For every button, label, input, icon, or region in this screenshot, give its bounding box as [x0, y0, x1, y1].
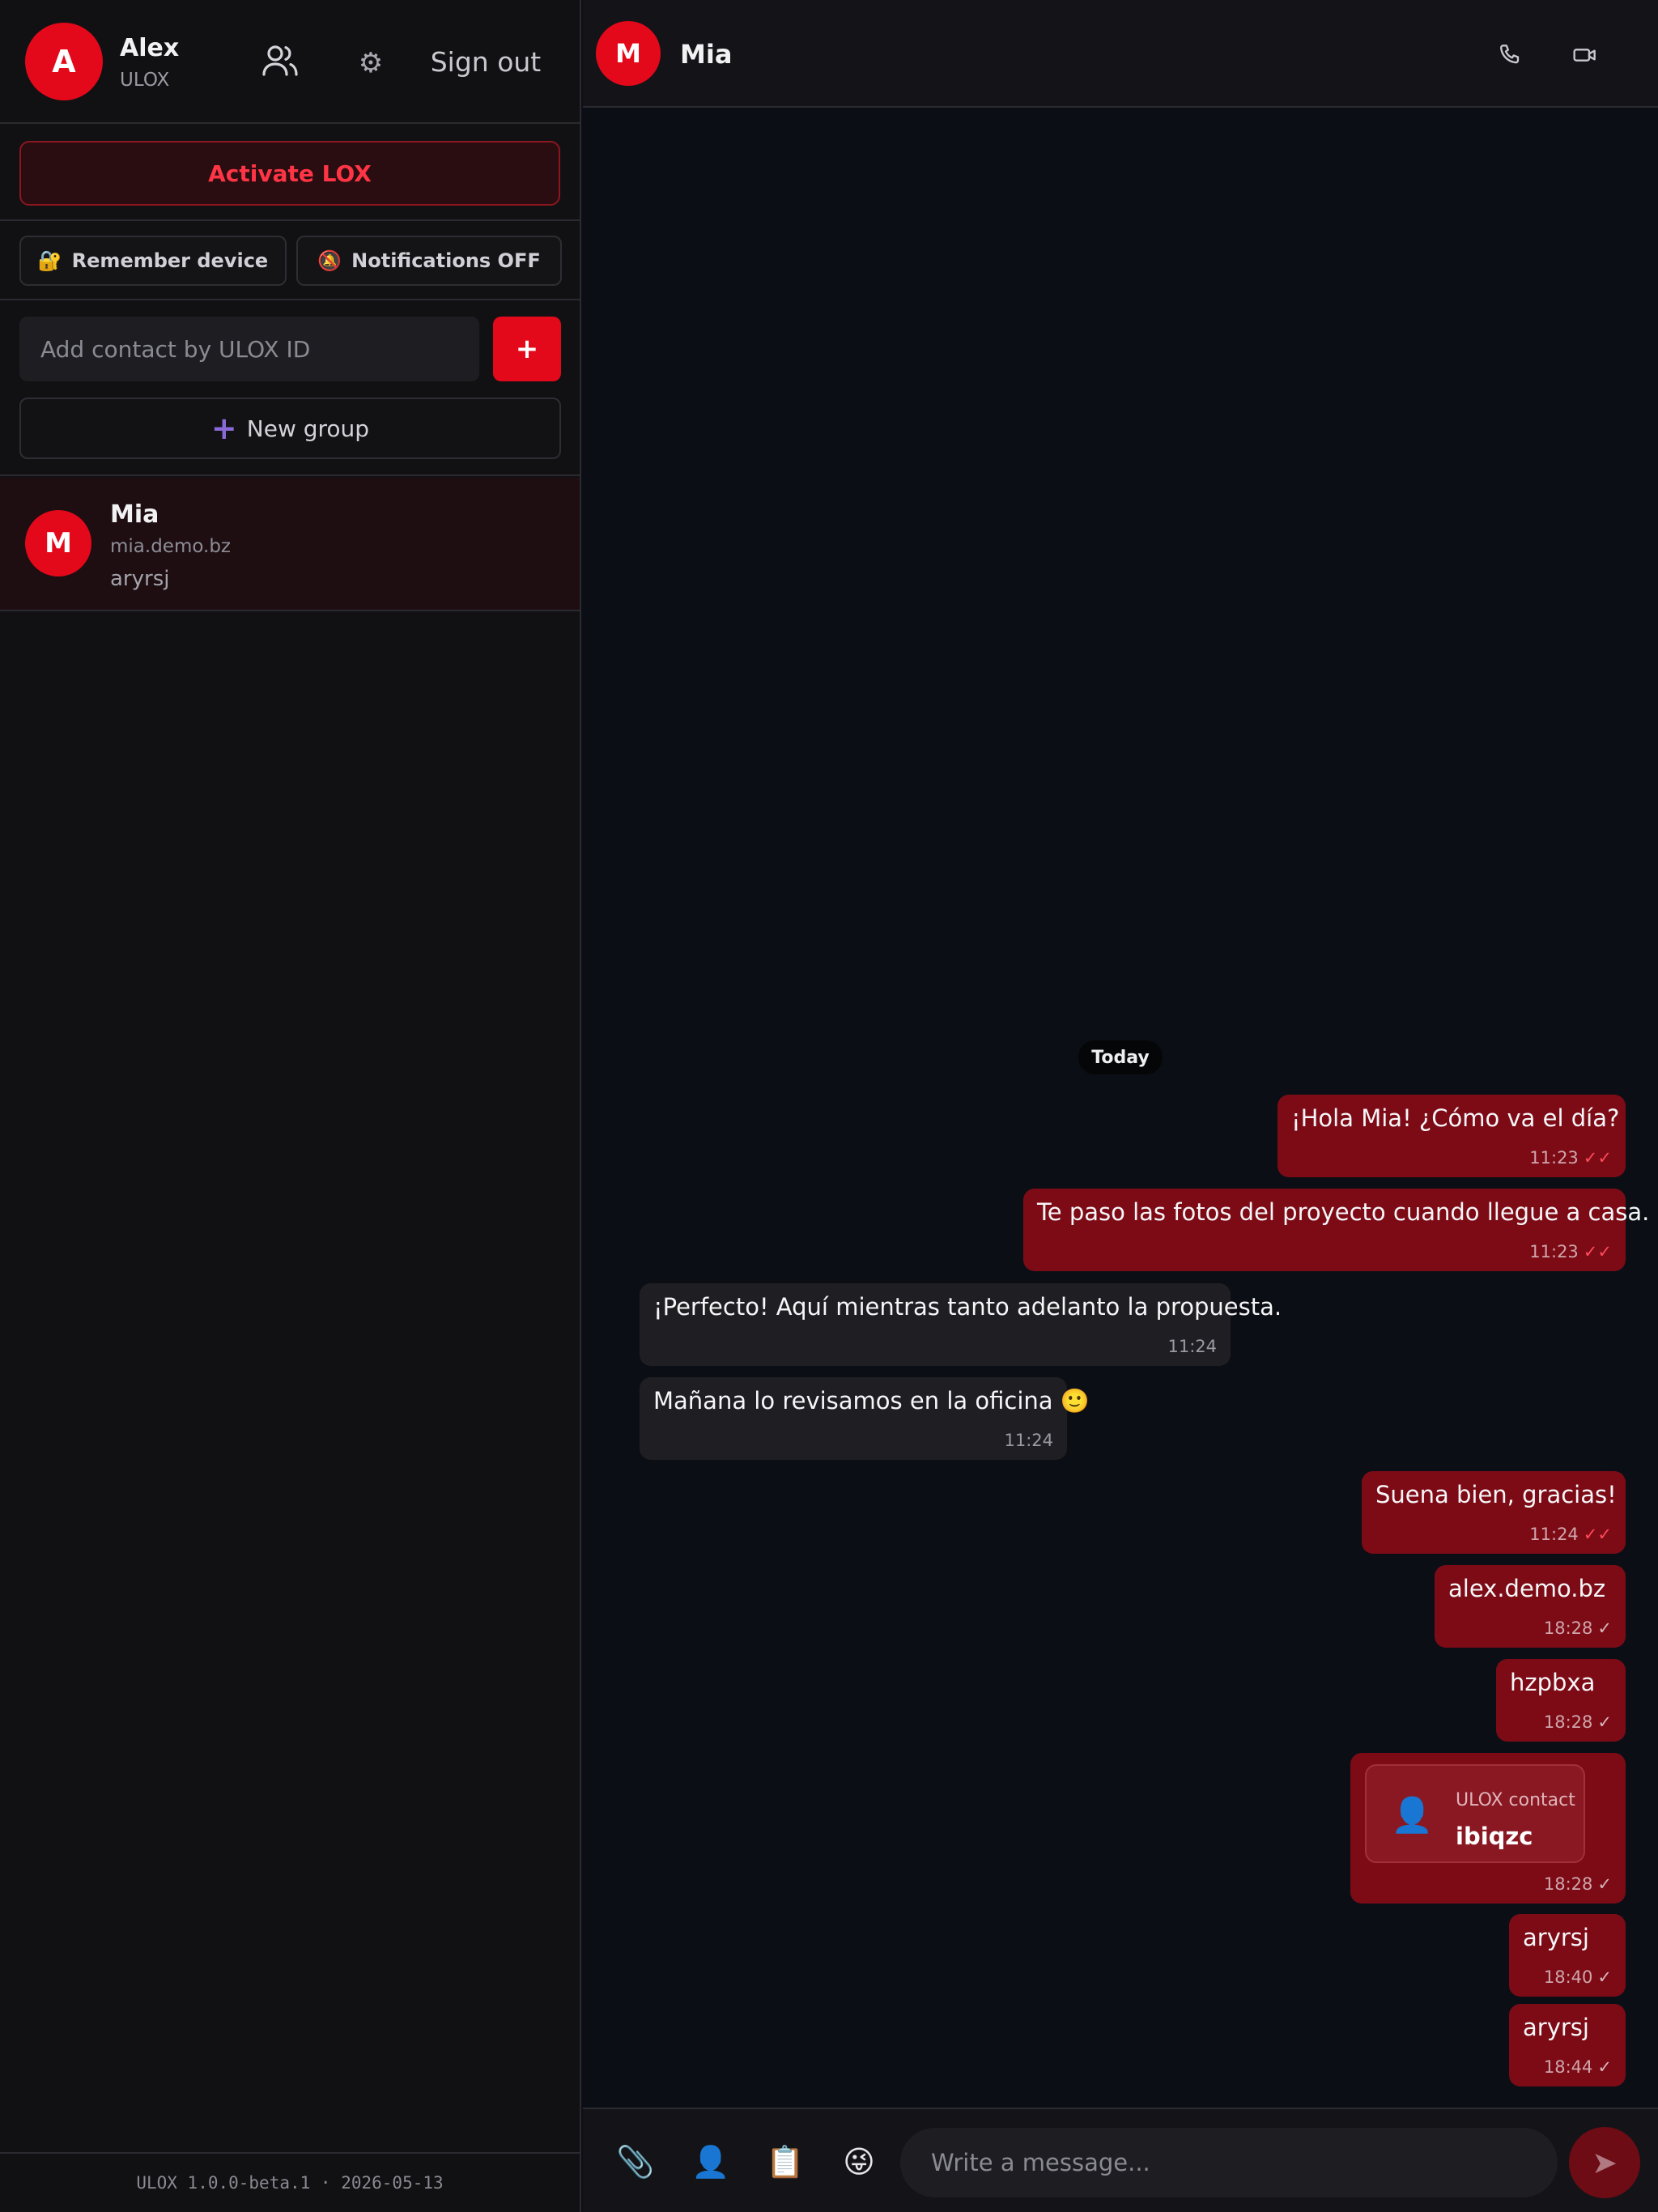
bell-off-icon: 🔕: [317, 249, 342, 272]
message-time: 11:23: [1529, 1242, 1579, 1261]
sent-receipt-icon: ✓: [1597, 1712, 1612, 1732]
message-bubble-outgoing[interactable]: aryrsj 18:44 ✓: [1509, 2004, 1626, 2087]
version-footer: ULOX 1.0.0-beta.1 · 2026-05-13: [0, 2152, 580, 2212]
read-receipt-icon: ✓✓: [1583, 1148, 1612, 1168]
sent-receipt-icon: ✓: [1597, 1967, 1612, 1987]
sign-out-button[interactable]: Sign out: [421, 42, 551, 83]
my-name: Alex: [120, 34, 180, 62]
add-contact-button[interactable]: +: [493, 317, 561, 381]
message-text: ¡Hola Mia! ¿Cómo va el día?: [1291, 1104, 1620, 1132]
message-text: aryrsj: [1523, 1924, 1589, 1951]
message-bubble-contact-card[interactable]: 👤 ULOX contact ibiqzc 18:28 ✓: [1350, 1753, 1626, 1904]
my-subtitle: ULOX: [120, 70, 170, 91]
contact-handle: mia.demo.bz: [110, 536, 232, 557]
emoji-picker-icon[interactable]: 😜: [839, 2142, 879, 2182]
message-text: hzpbxa: [1510, 1669, 1596, 1696]
message-text: ¡Perfecto! Aquí mientras tanto adelanto …: [653, 1293, 1282, 1321]
notifications-toggle[interactable]: 🔕 Notifications OFF: [296, 236, 562, 286]
paperclip-icon[interactable]: 📎: [615, 2142, 656, 2182]
contact-name: Mia: [110, 500, 159, 529]
message-meta: 11:23 ✓✓: [1529, 1148, 1612, 1168]
message-meta: 11:24: [1167, 1337, 1217, 1356]
remember-device-label: Remember device: [71, 249, 269, 272]
chat-contact-name: Mia: [680, 39, 733, 70]
contact-card-label: ULOX contact: [1456, 1790, 1575, 1810]
message-time: 11:24: [1167, 1337, 1217, 1356]
message-time: 11:23: [1529, 1148, 1579, 1168]
message-bubble-outgoing[interactable]: aryrsj 18:40 ✓: [1509, 1914, 1626, 1997]
message-time: 11:24: [1529, 1525, 1579, 1544]
chat-header: M Mia: [583, 0, 1658, 108]
last-message-preview: aryrsj: [110, 567, 170, 591]
plus-icon: +: [210, 410, 237, 446]
message-time: 18:28: [1543, 1712, 1593, 1732]
person-icon: 👤: [1391, 1795, 1434, 1835]
activate-lox-button[interactable]: Activate LOX: [19, 141, 560, 206]
video-camera-icon[interactable]: [1569, 39, 1601, 71]
chat-list-item[interactable]: M Mia mia.demo.bz aryrsj: [0, 478, 580, 611]
profile-header: A Alex ULOX ⚙ Sign out: [0, 0, 580, 124]
message-meta: 18:28 ✓: [1544, 1712, 1612, 1732]
lock-key-icon: 🔐: [37, 249, 62, 272]
shared-contact-card[interactable]: 👤 ULOX contact ibiqzc: [1365, 1764, 1585, 1863]
message-meta: 11:24: [1004, 1431, 1053, 1450]
message-bubble-outgoing[interactable]: alex.demo.bz 18:28 ✓: [1435, 1565, 1626, 1648]
message-time: 18:40: [1543, 1967, 1593, 1987]
app: A Alex ULOX ⚙ Sign out Activate LOX 🔐 Re…: [0, 0, 1658, 2212]
new-group-button[interactable]: + New group: [19, 398, 561, 459]
message-meta: 18:44 ✓: [1544, 2057, 1612, 2077]
sent-receipt-icon: ✓: [1597, 1874, 1612, 1894]
chat-pane: M Mia Today ¡Hola Mia! ¿Cómo va el día? …: [583, 0, 1658, 2212]
add-contact-section: + + New group: [0, 300, 580, 476]
contact-avatar: M: [25, 510, 91, 576]
message-text: aryrsj: [1523, 2014, 1589, 2041]
notifications-label: Notifications OFF: [351, 249, 541, 272]
sent-receipt-icon: ✓: [1597, 2057, 1612, 2077]
message-meta: 18:28 ✓: [1544, 1619, 1612, 1638]
activate-section: Activate LOX: [0, 125, 580, 221]
message-text: alex.demo.bz: [1448, 1575, 1606, 1602]
message-time: 18:44: [1543, 2057, 1593, 2077]
message-meta: 18:40 ✓: [1544, 1967, 1612, 1987]
message-meta: 11:24 ✓✓: [1529, 1525, 1612, 1544]
gear-icon[interactable]: ⚙: [348, 40, 393, 86]
message-bubble-outgoing[interactable]: Suena bien, gracias! 11:24 ✓✓: [1362, 1471, 1626, 1554]
toggle-section: 🔐 Remember device 🔕 Notifications OFF: [0, 221, 580, 300]
chat-contact-avatar[interactable]: M: [596, 21, 661, 86]
date-separator: Today: [1078, 1040, 1163, 1074]
message-bubble-outgoing[interactable]: Te paso las fotos del proyecto cuando ll…: [1023, 1189, 1650, 1271]
contacts-icon[interactable]: [256, 36, 304, 84]
message-text: Te paso las fotos del proyecto cuando ll…: [1037, 1198, 1650, 1226]
message-meta: 11:23 ✓✓: [1529, 1242, 1612, 1261]
message-bubble-incoming[interactable]: ¡Perfecto! Aquí mientras tanto adelanto …: [640, 1283, 1282, 1366]
sent-receipt-icon: ✓: [1597, 1619, 1612, 1638]
message-time: 18:28: [1543, 1619, 1593, 1638]
add-contact-input[interactable]: [19, 317, 479, 381]
remember-device-button[interactable]: 🔐 Remember device: [19, 236, 287, 286]
new-group-label: New group: [246, 415, 370, 442]
message-bubble-incoming[interactable]: Mañana lo revisamos en la oficina 🙂 11:2…: [640, 1377, 1090, 1460]
message-meta: 18:28 ✓: [1544, 1874, 1612, 1894]
message-text: Suena bien, gracias!: [1375, 1481, 1617, 1508]
message-composer: 📎 👤 📋 😜 ➤: [583, 2108, 1658, 2212]
contact-card-id: ibiqzc: [1456, 1823, 1533, 1850]
send-button[interactable]: ➤: [1569, 2127, 1640, 2198]
message-text: Mañana lo revisamos en la oficina 🙂: [653, 1387, 1090, 1414]
message-bubble-outgoing[interactable]: ¡Hola Mia! ¿Cómo va el día? 11:23 ✓✓: [1278, 1095, 1626, 1177]
share-contact-icon[interactable]: 👤: [691, 2142, 731, 2182]
message-input[interactable]: [900, 2128, 1558, 2197]
sidebar: A Alex ULOX ⚙ Sign out Activate LOX 🔐 Re…: [0, 0, 581, 2212]
clipboard-icon[interactable]: 📋: [765, 2142, 806, 2182]
message-time: 18:28: [1543, 1874, 1593, 1894]
phone-icon[interactable]: [1494, 39, 1526, 71]
read-receipt-icon: ✓✓: [1583, 1242, 1612, 1261]
send-arrow-icon: ➤: [1592, 2145, 1618, 2180]
message-bubble-outgoing[interactable]: hzpbxa 18:28 ✓: [1496, 1659, 1626, 1742]
message-time: 11:24: [1004, 1431, 1053, 1450]
my-avatar[interactable]: A: [25, 23, 103, 100]
read-receipt-icon: ✓✓: [1583, 1525, 1612, 1544]
